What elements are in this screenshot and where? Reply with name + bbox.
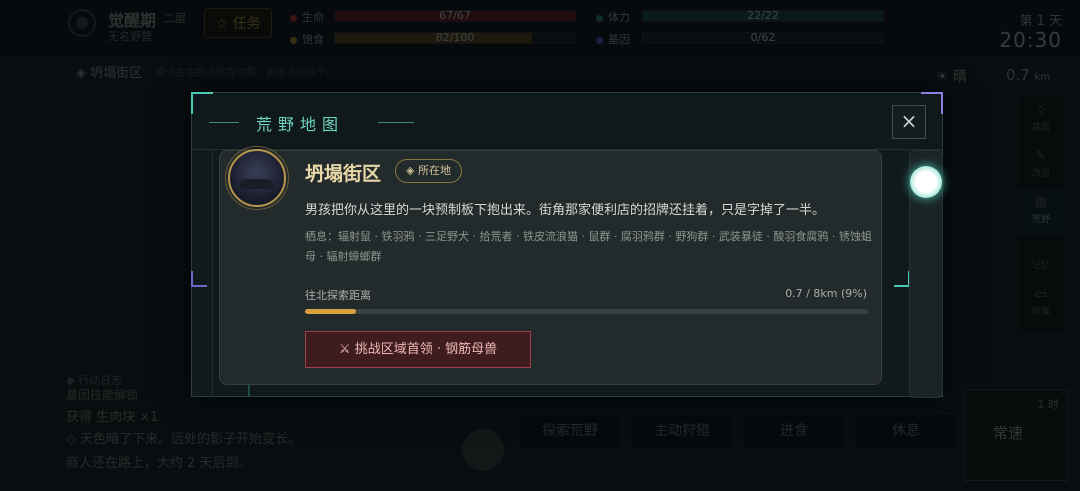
- challenge-boss-button[interactable]: ⚔ 挑战区域首领 · 钢筋母兽: [305, 331, 531, 368]
- title-divider: [378, 122, 414, 123]
- explore-progress-fill: [305, 309, 356, 314]
- modal-title: 荒野地图: [256, 115, 345, 134]
- area-thumbnail: [225, 146, 289, 210]
- map-path-line: [212, 149, 213, 397]
- frame-corner: [191, 271, 207, 287]
- frame-corner: [921, 92, 943, 114]
- map-scroll-thumb[interactable]: [910, 166, 942, 198]
- modal-header: 荒野地图 ×: [192, 93, 942, 150]
- frame-corner: [191, 92, 213, 114]
- frame-corner: [894, 271, 910, 287]
- title-divider: [209, 122, 239, 123]
- explore-progress-label: 往北探索距离: [305, 289, 371, 302]
- area-habitat: 栖息：辐射鼠 · 铁羽鸦 · 三足野犬 · 拾荒者 · 铁皮流浪猫 · 鼠群 ·…: [305, 230, 872, 263]
- diamond-icon: ◈: [406, 164, 415, 177]
- explore-progress-bar: [305, 309, 868, 314]
- area-card[interactable]: 坍塌街区 ◈ 所在地 男孩把你从这里的一块预制板下抱出来。街角那家便利店的招牌还…: [219, 146, 882, 385]
- explore-progress-value: 0.7 / 8km (9%): [785, 287, 867, 300]
- close-icon: ×: [900, 109, 918, 133]
- current-location-badge: ◈ 所在地: [395, 159, 462, 183]
- area-description: 男孩把你从这里的一块预制板下抱出来。街角那家便利店的招牌还挂着，只是字掉了一半。: [305, 203, 826, 218]
- area-name: 坍塌街区: [305, 163, 382, 185]
